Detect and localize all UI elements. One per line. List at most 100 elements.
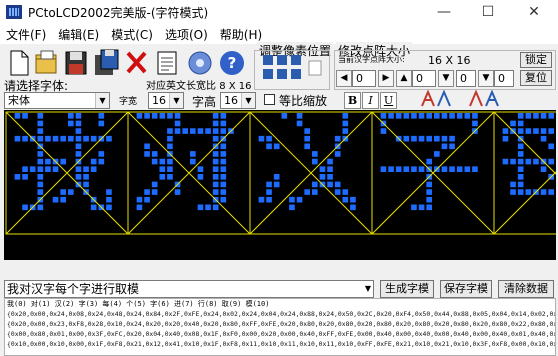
pixel-dot [418,135,425,142]
pixel-dot [98,120,105,127]
pixel-dot [548,158,554,165]
pixel-dot [212,128,219,134]
height-change-input-2[interactable]: 0 [494,70,514,87]
pixel-dot [304,128,310,134]
output-textarea[interactable]: 我(0) 对(1) 汉(2) 字(3) 每(4) 个(5) 字(6) 进(7) … [4,298,556,356]
pixel-dot [212,189,219,195]
save-as-button[interactable] [92,46,119,77]
chevron-down-icon: ▼ [95,93,109,108]
text-align-icon [469,89,499,107]
clear-data-button[interactable]: 清除数据 [498,280,554,298]
height-change-input[interactable]: 0 [412,70,436,87]
pixel-dot [304,143,310,150]
clipboard-button[interactable] [152,46,179,77]
pixel-dot [312,158,318,165]
pixel-dot [395,166,402,172]
pixel-dot [350,196,356,203]
pixel-dot [167,143,173,150]
menu-edit[interactable]: 编辑(E) [52,26,105,43]
font-select[interactable]: 宋体 ▼ [4,92,110,109]
text-input-field[interactable]: 我对汉字每个字进行取模 [4,280,374,298]
new-file-button[interactable] [4,46,31,77]
pixel-dot [525,113,532,119]
width-right-button[interactable]: ▶ [378,70,394,87]
output-line: {0x10,0x00,0x10,0x00,0x1F,0xF8,0x21,0x12… [7,340,555,348]
lock-button[interactable]: 锁定 [520,52,552,68]
pixel-dot [212,158,219,165]
pixel-dot [456,113,463,119]
pixel-dot [167,158,173,165]
save-font-button[interactable]: 保存字模 [440,280,492,298]
chevron-down-icon: ▼ [241,93,255,108]
pixel-dot [83,174,89,180]
pixel-dot [327,158,333,165]
text-align-icon [421,89,451,107]
width-left-button[interactable]: ◀ [336,70,352,87]
pixel-dot [37,113,44,119]
pixel-dot [90,158,97,165]
char-cell-diagonal [5,111,129,235]
width-change-input-2[interactable]: 0 [456,70,476,87]
arrow-pad-icon [263,55,322,79]
save-button[interactable] [62,46,89,77]
char-cell-diagonal [371,111,495,235]
pixel-dot [75,166,82,172]
italic-button[interactable]: I [362,92,379,109]
text-align-left-button[interactable] [420,89,456,108]
delete-button[interactable] [122,46,149,77]
pixel-dot [411,166,417,172]
underline-button[interactable]: U [380,92,397,109]
char-width-select[interactable]: 16 ▼ [148,92,184,109]
pixel-dot [14,135,21,142]
maximize-button[interactable]: ☐ [466,0,510,24]
pixel-dot [151,151,158,157]
pixel-dot [533,128,539,134]
pixel-dot [517,151,524,157]
text-align-right-button[interactable] [468,89,504,108]
pixel-dot [174,120,181,127]
height-down-button-2[interactable]: ▼ [478,70,494,87]
pixel-dot [212,113,219,119]
pixel-dot [159,113,166,119]
proportional-checkbox[interactable] [264,94,275,105]
pixel-dot [388,166,394,172]
pixel-dot [273,181,280,188]
reset-button[interactable]: 复位 [520,70,552,86]
pixel-dot [266,135,272,142]
open-file-button[interactable] [32,46,59,77]
pixel-dot [517,158,524,165]
bold-button[interactable]: B [344,92,361,109]
help-button[interactable]: ? [218,46,245,77]
generate-button[interactable]: 生成字模 [380,280,434,298]
menu-options[interactable]: 选项(O) [159,26,214,43]
pixel-dot [174,113,181,119]
minimize-button[interactable]: — [422,0,466,24]
char-height-select[interactable]: 16 ▼ [220,92,256,109]
pixel-dot [136,196,143,203]
pixel-dot [395,113,402,119]
pixel-dot [342,120,349,127]
pixel-dot [334,181,341,188]
close-button[interactable]: ✕ [512,0,556,24]
settings-button[interactable] [186,46,213,77]
pixel-dot [174,189,181,195]
pixel-dot [319,174,326,180]
pixel-dot [212,120,219,127]
width-change-input[interactable]: 0 [352,70,376,87]
pixel-dot [334,135,341,142]
input-row: 我对汉字每个字进行取模 ▼ 生成字模 保存字模 清除数据 [0,280,558,298]
menu-file[interactable]: 文件(F) [0,26,52,43]
pixel-dot [434,135,440,142]
height-down-button[interactable]: ▼ [438,70,454,87]
menu-mode[interactable]: 模式(C) [105,26,159,43]
pixel-dot [411,113,417,119]
pixel-dot [220,189,227,195]
height-up-button[interactable]: ▲ [396,70,412,87]
chevron-down-icon[interactable]: ▼ [362,281,374,297]
pixel-dot [144,113,150,119]
pixel-dot [472,166,478,172]
pixel-dot [106,204,112,211]
pixel-dot [403,135,410,142]
menu-help[interactable]: 帮助(H) [214,26,268,43]
pixel-dot [334,151,341,157]
